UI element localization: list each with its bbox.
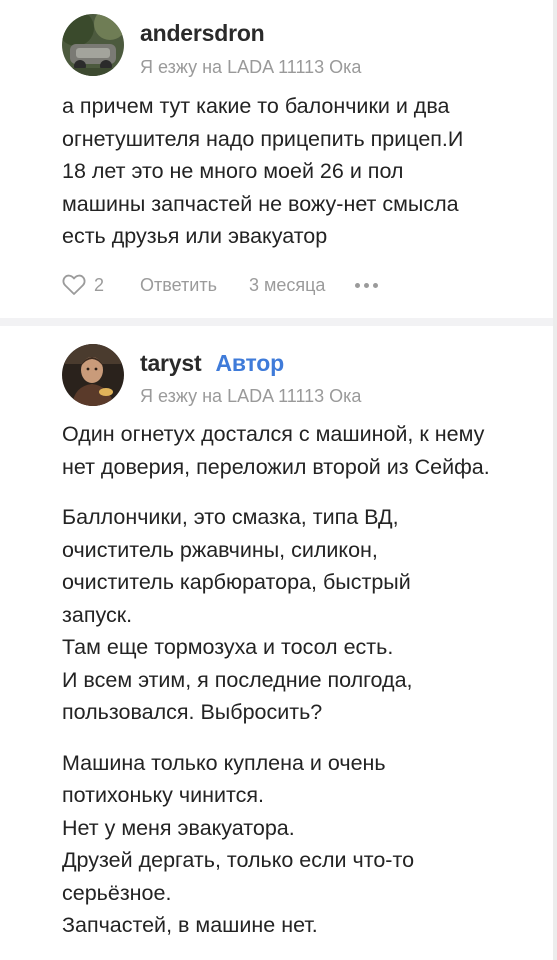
text-line: Машина только куплена и очень — [62, 750, 386, 775]
text-line: Там еще тормозуха и тосол есть. — [62, 635, 394, 659]
text-line: пользовался. Выбросить? — [62, 700, 323, 724]
username-text[interactable]: taryst — [140, 350, 202, 376]
text-line: запуск. — [62, 602, 133, 627]
text-line: потихоньку чинится. — [62, 783, 264, 807]
user-car[interactable]: Я езжу на LADA 11113 Ока — [140, 57, 361, 78]
reply-button[interactable]: Ответить — [140, 275, 217, 296]
comment-item: taryst Автор Я езжу на LADA 11113 Ока Оди… — [0, 326, 553, 960]
user-car[interactable]: Я езжу на LADA 11113 Ока — [140, 386, 361, 407]
username[interactable]: taryst Автор — [140, 350, 284, 377]
author-badge: Автор — [215, 350, 284, 376]
text-line: Запчастей, в машине нет. — [62, 913, 318, 937]
comments-page: andersdron Я езжу на LADA 11113 Ока а пр… — [0, 0, 557, 960]
text-line: И всем этим, я последние полгода, — [62, 667, 413, 692]
comment-paragraph: Баллончики, это смазка, типа ВД, очистит… — [62, 501, 542, 729]
text-line: Баллончики, это смазка, типа ВД, — [62, 505, 399, 529]
text-line: очиститель ржавчины, силикон, — [62, 537, 378, 562]
avatar[interactable] — [62, 344, 124, 406]
comment-age: 3 месяца — [248, 274, 326, 295]
text-line: 18 лет это не много моей 26 и пол — [62, 159, 404, 183]
text-line: очиститель карбюратора, быстрый — [62, 570, 411, 594]
divider — [0, 318, 553, 326]
text-line: серьёзное. — [62, 880, 172, 905]
like-count: 2 — [94, 274, 105, 295]
comment-actions: 2 Ответить 3 месяца — [62, 270, 379, 300]
text-line: огнетушителя надо прицепить прицеп.И — [62, 126, 464, 151]
like-button[interactable]: 2 — [62, 274, 104, 296]
text-line: есть друзья или эвакуатор — [62, 224, 328, 248]
avatar[interactable] — [62, 14, 124, 76]
heart-outline-icon — [62, 274, 86, 295]
username[interactable]: andersdron — [140, 20, 265, 47]
comment-paragraph: а причем тут какие то балончики и два ог… — [62, 90, 542, 253]
text-line: Один огнетух достался с машиной, к нему — [62, 422, 485, 446]
comment-paragraph: Машина только куплена и очень потихоньку… — [62, 747, 542, 942]
comment-item: andersdron Я езжу на LADA 11113 Ока а пр… — [0, 0, 553, 320]
text-line: нет доверия, переложил второй из Сейфа. — [62, 454, 490, 479]
text-line: Друзей дергать, только если что-то — [62, 848, 415, 872]
comment-text: Один огнетух достался с машиной, к нему … — [62, 418, 542, 960]
text-line: Нет у меня эвакуатора. — [62, 815, 295, 840]
text-line: машины запчастей не вожу-нет смысла — [62, 191, 459, 216]
comment-text: а причем тут какие то балончики и два ог… — [62, 90, 542, 271]
text-line: а причем тут какие то балончики и два — [62, 94, 450, 118]
more-dots-icon[interactable] — [355, 282, 379, 288]
comment-paragraph: Один огнетух достался с машиной, к нему … — [62, 418, 542, 483]
